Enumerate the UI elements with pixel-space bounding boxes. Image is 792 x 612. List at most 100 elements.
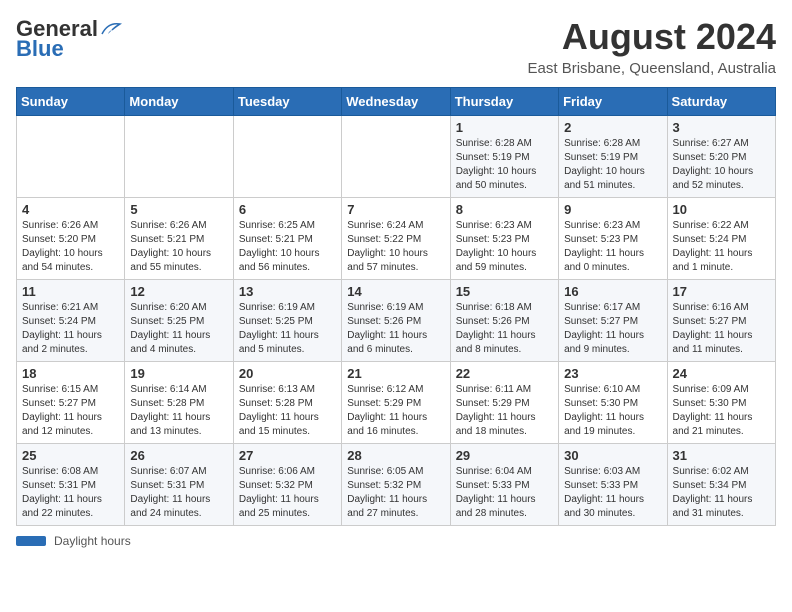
day-number: 12 [130, 284, 227, 299]
day-number: 24 [673, 366, 770, 381]
calendar-cell [17, 116, 125, 198]
day-info: Sunrise: 6:19 AM Sunset: 5:25 PM Dayligh… [239, 301, 336, 357]
day-number: 21 [347, 366, 444, 381]
day-number: 11 [22, 284, 119, 299]
calendar-cell: 24 Sunrise: 6:09 AM Sunset: 5:30 PM Dayli… [667, 362, 775, 444]
calendar-cell: 22 Sunrise: 6:11 AM Sunset: 5:29 PM Dayli… [450, 362, 558, 444]
day-info: Sunrise: 6:13 AM Sunset: 5:28 PM Dayligh… [239, 383, 336, 439]
calendar-cell: 26 Sunrise: 6:07 AM Sunset: 5:31 PM Dayli… [125, 444, 233, 526]
calendar-cell [342, 116, 450, 198]
day-info: Sunrise: 6:24 AM Sunset: 5:22 PM Dayligh… [347, 219, 444, 275]
day-info: Sunrise: 6:26 AM Sunset: 5:20 PM Dayligh… [22, 219, 119, 275]
calendar-cell: 23 Sunrise: 6:10 AM Sunset: 5:30 PM Dayli… [559, 362, 667, 444]
calendar-week-2: 4Sunrise: 6:26 AM Sunset: 5:20 PM Daylig… [17, 198, 776, 280]
weekday-header-friday: Friday [559, 88, 667, 116]
weekday-header-monday: Monday [125, 88, 233, 116]
calendar-cell: 27 Sunrise: 6:06 AM Sunset: 5:32 PM Dayli… [233, 444, 341, 526]
day-number: 25 [22, 448, 119, 463]
calendar-cell: 10 Sunrise: 6:22 AM Sunset: 5:24 PM Dayli… [667, 198, 775, 280]
day-number: 29 [456, 448, 553, 463]
day-number: 10 [673, 202, 770, 217]
day-number: 5 [130, 202, 227, 217]
calendar-cell: 18 Sunrise: 6:15 AM Sunset: 5:27 PM Dayli… [17, 362, 125, 444]
day-number: 7 [347, 202, 444, 217]
calendar-cell: 20Sunrise: 6:13 AM Sunset: 5:28 PM Dayli… [233, 362, 341, 444]
calendar-cell: 2Sunrise: 6:28 AM Sunset: 5:19 PM Daylig… [559, 116, 667, 198]
calendar-cell: 15Sunrise: 6:18 AM Sunset: 5:26 PM Dayli… [450, 280, 558, 362]
logo-blue: Blue [16, 36, 64, 62]
calendar-cell: 1Sunrise: 6:28 AM Sunset: 5:19 PM Daylig… [450, 116, 558, 198]
daylight-label: Daylight hours [54, 534, 131, 548]
calendar-cell: 4Sunrise: 6:26 AM Sunset: 5:20 PM Daylig… [17, 198, 125, 280]
header: General Blue August 2024 East Brisbane, … [16, 16, 776, 77]
day-info: Sunrise: 6:04 AM Sunset: 5:33 PM Dayligh… [456, 465, 553, 521]
day-info: Sunrise: 6:09 AM Sunset: 5:30 PM Dayligh… [673, 383, 770, 439]
calendar-cell: 30 Sunrise: 6:03 AM Sunset: 5:33 PM Dayli… [559, 444, 667, 526]
calendar-cell: 14 Sunrise: 6:19 AM Sunset: 5:26 PM Dayli… [342, 280, 450, 362]
weekday-header-tuesday: Tuesday [233, 88, 341, 116]
day-info: Sunrise: 6:06 AM Sunset: 5:32 PM Dayligh… [239, 465, 336, 521]
month-year-title: August 2024 [528, 16, 776, 58]
day-info: Sunrise: 6:23 AM Sunset: 5:23 PM Dayligh… [564, 219, 661, 275]
calendar-cell: 17Sunrise: 6:16 AM Sunset: 5:27 PM Dayli… [667, 280, 775, 362]
calendar-week-5: 25 Sunrise: 6:08 AM Sunset: 5:31 PM Dayli… [17, 444, 776, 526]
day-number: 3 [673, 120, 770, 135]
weekday-header-thursday: Thursday [450, 88, 558, 116]
day-info: Sunrise: 6:20 AM Sunset: 5:25 PM Dayligh… [130, 301, 227, 357]
day-info: Sunrise: 6:15 AM Sunset: 5:27 PM Dayligh… [22, 383, 119, 439]
day-info: Sunrise: 6:22 AM Sunset: 5:24 PM Dayligh… [673, 219, 770, 275]
calendar-cell: 3 Sunrise: 6:27 AM Sunset: 5:20 PM Daylig… [667, 116, 775, 198]
calendar-cell: 8 Sunrise: 6:23 AM Sunset: 5:23 PM Daylig… [450, 198, 558, 280]
day-number: 18 [22, 366, 119, 381]
calendar-cell: 7 Sunrise: 6:24 AM Sunset: 5:22 PM Daylig… [342, 198, 450, 280]
calendar-week-1: 1 Sunrise: 6:28 AM Sunset: 5:19 PM Daylig… [17, 116, 776, 198]
calendar-cell [125, 116, 233, 198]
calendar-week-4: 18 Sunrise: 6:15 AM Sunset: 5:27 PM Dayli… [17, 362, 776, 444]
day-number: 27 [239, 448, 336, 463]
calendar-cell: 12 Sunrise: 6:20 AM Sunset: 5:25 PM Dayli… [125, 280, 233, 362]
day-number: 14 [347, 284, 444, 299]
day-info: Sunrise: 6:07 AM Sunset: 5:31 PM Dayligh… [130, 465, 227, 521]
day-number: 1 [456, 120, 553, 135]
day-info: Sunrise: 6:10 AM Sunset: 5:30 PM Dayligh… [564, 383, 661, 439]
day-info: Sunrise: 6:08 AM Sunset: 5:31 PM Dayligh… [22, 465, 119, 521]
day-number: 8 [456, 202, 553, 217]
day-info: Sunrise: 6:17 AM Sunset: 5:27 PM Dayligh… [564, 301, 661, 357]
footer: Daylight hours [16, 534, 776, 548]
calendar-cell [233, 116, 341, 198]
calendar-cell: 6 Sunrise: 6:25 AM Sunset: 5:21 PM Daylig… [233, 198, 341, 280]
day-number: 26 [130, 448, 227, 463]
day-number: 9 [564, 202, 661, 217]
day-info: Sunrise: 6:18 AM Sunset: 5:26 PM Dayligh… [456, 301, 553, 357]
day-number: 17 [673, 284, 770, 299]
day-info: Sunrise: 6:25 AM Sunset: 5:21 PM Dayligh… [239, 219, 336, 275]
day-info: Sunrise: 6:12 AM Sunset: 5:29 PM Dayligh… [347, 383, 444, 439]
day-number: 22 [456, 366, 553, 381]
day-info: Sunrise: 6:11 AM Sunset: 5:29 PM Dayligh… [456, 383, 553, 439]
day-info: Sunrise: 6:14 AM Sunset: 5:28 PM Dayligh… [130, 383, 227, 439]
day-info: Sunrise: 6:26 AM Sunset: 5:21 PM Dayligh… [130, 219, 227, 275]
day-info: Sunrise: 6:21 AM Sunset: 5:24 PM Dayligh… [22, 301, 119, 357]
calendar-cell: 28 Sunrise: 6:05 AM Sunset: 5:32 PM Dayli… [342, 444, 450, 526]
day-number: 28 [347, 448, 444, 463]
calendar-cell: 21 Sunrise: 6:12 AM Sunset: 5:29 PM Dayli… [342, 362, 450, 444]
day-info: Sunrise: 6:28 AM Sunset: 5:19 PM Dayligh… [564, 137, 661, 193]
day-number: 6 [239, 202, 336, 217]
calendar-week-3: 11 Sunrise: 6:21 AM Sunset: 5:24 PM Dayli… [17, 280, 776, 362]
daylight-bar-icon [16, 536, 46, 546]
logo: General Blue [16, 16, 122, 62]
day-info: Sunrise: 6:03 AM Sunset: 5:33 PM Dayligh… [564, 465, 661, 521]
day-info: Sunrise: 6:23 AM Sunset: 5:23 PM Dayligh… [456, 219, 553, 275]
day-number: 23 [564, 366, 661, 381]
day-number: 16 [564, 284, 661, 299]
day-number: 19 [130, 366, 227, 381]
day-info: Sunrise: 6:19 AM Sunset: 5:26 PM Dayligh… [347, 301, 444, 357]
day-number: 30 [564, 448, 661, 463]
title-area: August 2024 East Brisbane, Queensland, A… [528, 16, 776, 77]
day-info: Sunrise: 6:05 AM Sunset: 5:32 PM Dayligh… [347, 465, 444, 521]
day-info: Sunrise: 6:02 AM Sunset: 5:34 PM Dayligh… [673, 465, 770, 521]
calendar-cell: 5 Sunrise: 6:26 AM Sunset: 5:21 PM Daylig… [125, 198, 233, 280]
day-info: Sunrise: 6:27 AM Sunset: 5:20 PM Dayligh… [673, 137, 770, 193]
calendar-cell: 31Sunrise: 6:02 AM Sunset: 5:34 PM Dayli… [667, 444, 775, 526]
calendar-cell: 19 Sunrise: 6:14 AM Sunset: 5:28 PM Dayli… [125, 362, 233, 444]
